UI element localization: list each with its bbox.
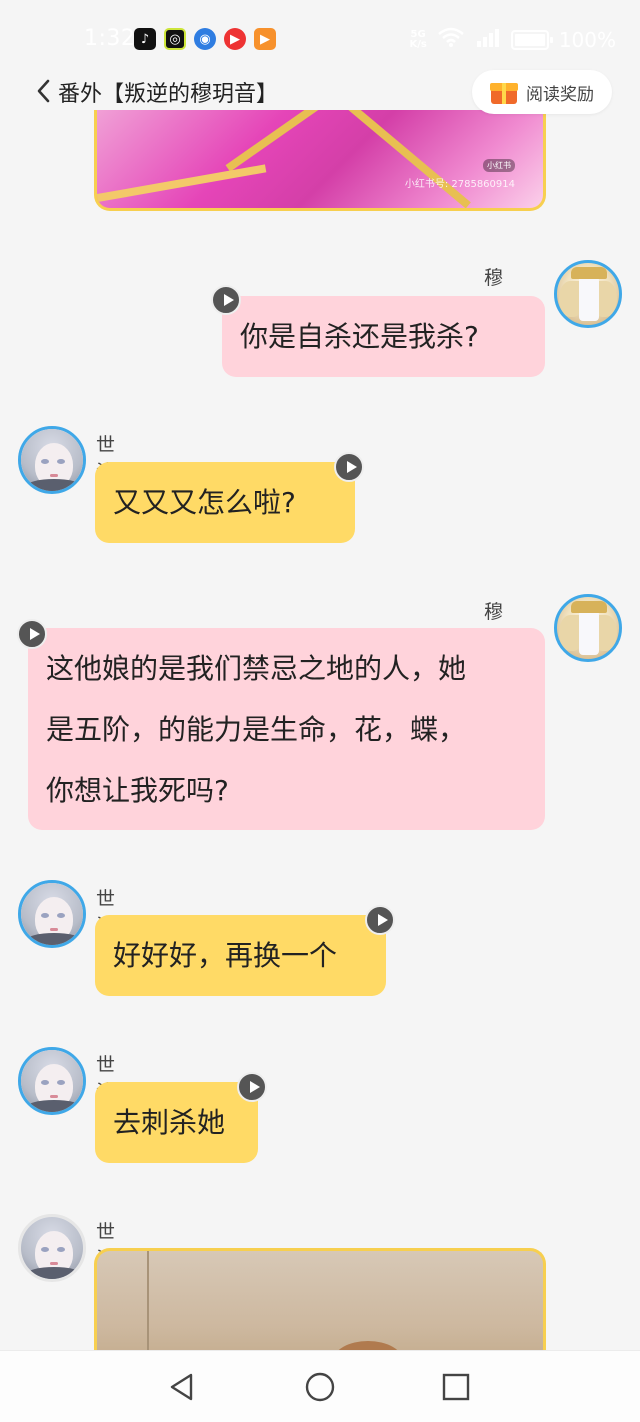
- avatar-muyueyin[interactable]: [554, 260, 622, 328]
- reward-label: 阅读奖励: [526, 84, 594, 105]
- message-bubble: 好好好，再换一个: [95, 915, 386, 996]
- battery-percent: 100%: [558, 27, 616, 52]
- image-pattern: [343, 110, 471, 208]
- image-tag: 小红书: [483, 159, 515, 172]
- message-bubble: 这他娘的是我们禁忌之地的人，她 是五阶，的能力是生命，花，蝶， 你想让我死吗?: [28, 628, 545, 830]
- message-line: 这他娘的是我们禁忌之地的人，她: [46, 652, 467, 685]
- header: 番外【叛逆的穆玥音】 阅读奖励: [0, 66, 640, 116]
- play-icon[interactable]: [211, 285, 241, 315]
- app-icon: ◎: [164, 28, 186, 50]
- message-bubble: 去刺杀她: [95, 1082, 258, 1163]
- battery-icon: [510, 29, 553, 50]
- chevron-left-icon[interactable]: [34, 78, 54, 104]
- reading-reward-button[interactable]: 阅读奖励: [472, 70, 612, 114]
- system-nav-bar: [0, 1350, 640, 1422]
- page-title: 番外【叛逆的穆玥音】: [58, 82, 279, 107]
- message-line: 你想让我死吗?: [46, 774, 229, 807]
- browser-icon: ◉: [194, 28, 216, 50]
- status-time: 1:32: [84, 26, 136, 51]
- image-pattern: [225, 110, 329, 172]
- chat-story-page: 1:32 ♪ ◎ ◉ ▶ ▶ 5G K/s 100% 小红书 小红书号: 278…: [0, 0, 640, 1422]
- message-bubble: 你是自杀还是我杀?: [222, 296, 545, 377]
- play-icon[interactable]: [17, 619, 47, 649]
- status-right: 5G K/s 100%: [409, 26, 616, 53]
- circle-home-icon[interactable]: [304, 1371, 336, 1403]
- square-recent-icon[interactable]: [440, 1371, 472, 1403]
- play-icon[interactable]: [365, 905, 395, 935]
- tiktok-icon: ♪: [134, 28, 156, 50]
- avatar-shixi[interactable]: [18, 426, 86, 494]
- message-bubble: 又又又怎么啦?: [95, 462, 355, 543]
- status-app-icons: ♪ ◎ ◉ ▶ ▶: [134, 28, 276, 50]
- wifi-icon: [437, 26, 465, 53]
- triangle-back-icon[interactable]: [166, 1371, 198, 1403]
- avatar-shixi[interactable]: [18, 1214, 86, 1282]
- avatar-muyueyin[interactable]: [554, 594, 622, 662]
- avatar-shixi[interactable]: [18, 880, 86, 948]
- play-icon[interactable]: [237, 1072, 267, 1102]
- network-bottom: K/s: [409, 38, 427, 50]
- play-icon[interactable]: [334, 452, 364, 482]
- image-pattern: [97, 164, 267, 204]
- signal-icon: [475, 27, 501, 52]
- network-speed: 5G K/s: [409, 28, 427, 50]
- image-watermark: 小红书号: 2785860914: [404, 179, 515, 190]
- avatar-shixi[interactable]: [18, 1047, 86, 1115]
- video-icon: ▶: [224, 28, 246, 50]
- network-top: 5G: [410, 28, 426, 40]
- player-icon: ▶: [254, 28, 276, 50]
- gift-icon: [490, 80, 518, 104]
- story-image-top[interactable]: 小红书 小红书号: 2785860914: [94, 110, 546, 211]
- message-line: 是五阶，的能力是生命，花，蝶，: [46, 713, 467, 746]
